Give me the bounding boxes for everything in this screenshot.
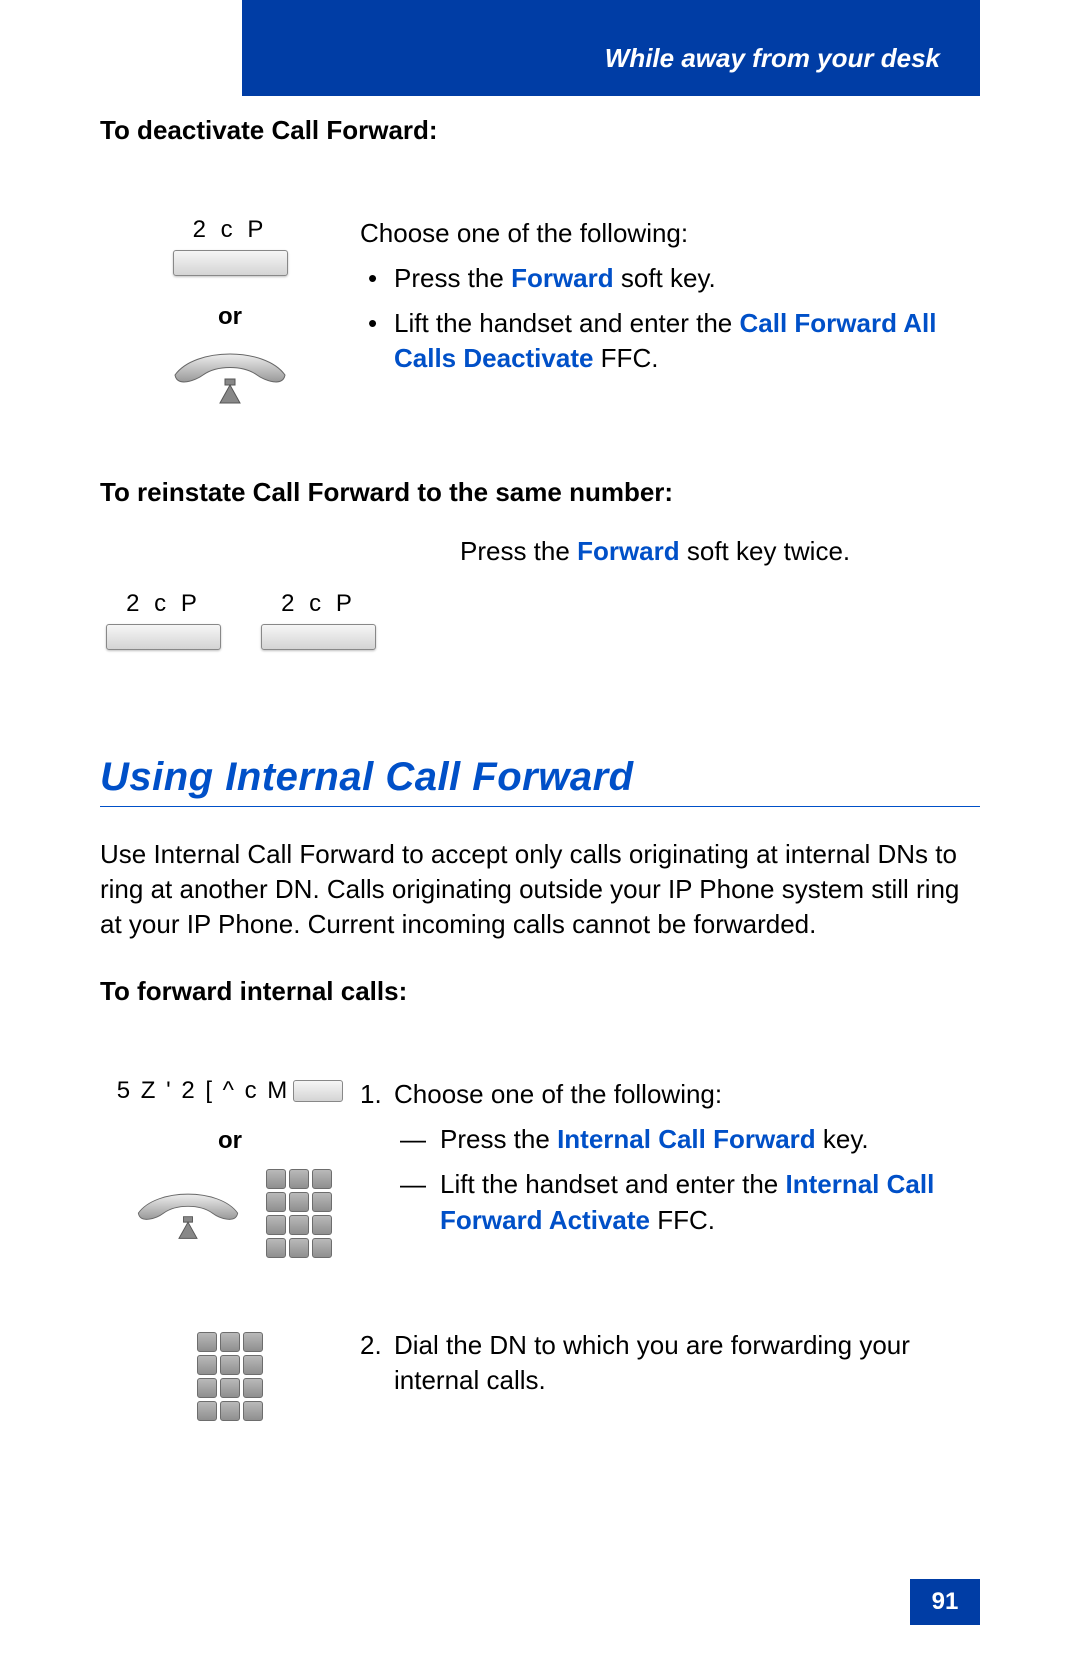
keypad-icon <box>266 1169 332 1258</box>
s2-row: 2 c P 2 c P Press the Forward soft key t… <box>100 534 980 655</box>
step1-opt-b: Lift the handset and enter the Internal … <box>440 1167 980 1237</box>
section-title: Using Internal Call Forward <box>100 755 980 807</box>
softkey-button-icon <box>106 624 221 650</box>
keypad-icon <box>197 1332 263 1421</box>
s3-step1-row: 5 Z ' 2 [ ^ c M or <box>100 1077 980 1287</box>
s3-step1-right: 1. Choose one of the following: Press th… <box>360 1077 980 1287</box>
forward-link: Forward <box>577 536 680 566</box>
s3-step2-left <box>100 1328 360 1421</box>
s1-bullet-2: Lift the handset and enter the Call Forw… <box>394 306 980 376</box>
handset-icon <box>100 345 360 407</box>
s1-intro: Choose one of the following: <box>360 216 980 251</box>
s3-step2-row: 2. Dial the DN to which you are forwardi… <box>100 1328 980 1448</box>
or-label: or <box>100 303 360 331</box>
s2-right: Press the Forward soft key twice. <box>390 534 980 569</box>
s1-left: 2 c P or <box>100 216 360 407</box>
header-title: While away from your desk <box>605 43 940 74</box>
header-band: While away from your desk <box>242 0 980 96</box>
forward-link: Forward <box>511 263 614 293</box>
s3-step2-right: 2. Dial the DN to which you are forwardi… <box>360 1328 980 1448</box>
indicator-button-icon <box>293 1080 343 1102</box>
s1-right: Choose one of the following: Press the F… <box>360 216 980 386</box>
softkey-button-icon <box>173 250 288 276</box>
icf-link: Internal Call Forward <box>557 1124 816 1154</box>
softkey-button-icon <box>261 624 376 650</box>
page-number: 91 <box>910 1579 980 1625</box>
s1-bullet-1: Press the Forward soft key. <box>394 261 980 296</box>
s3-heading: To forward internal calls: <box>100 976 980 1007</box>
s2-left: 2 c P 2 c P <box>100 534 390 655</box>
softkey-1: 2 c P <box>106 590 221 655</box>
s3-step1-left: 5 Z ' 2 [ ^ c M or <box>100 1077 360 1258</box>
or-label: or <box>100 1127 360 1155</box>
page-content: To deactivate Call Forward: 2 c P or Cho… <box>100 115 980 1448</box>
softkey-2: 2 c P <box>261 590 376 655</box>
softkey-label: 2 c P <box>100 216 360 244</box>
feature-key-label: 5 Z ' 2 [ ^ c M <box>117 1077 290 1105</box>
step-1: 1. Choose one of the following: Press th… <box>394 1077 980 1237</box>
step1-opt-a: Press the Internal Call Forward key. <box>440 1122 980 1157</box>
s3-para: Use Internal Call Forward to accept only… <box>100 837 980 942</box>
s1-heading: To deactivate Call Forward: <box>100 115 980 146</box>
s1-row: 2 c P or Choose one of the following: Pr… <box>100 216 980 407</box>
s2-heading: To reinstate Call Forward to the same nu… <box>100 477 980 508</box>
handset-keypad-icon <box>100 1169 360 1258</box>
step-2: 2. Dial the DN to which you are forwardi… <box>394 1328 980 1398</box>
